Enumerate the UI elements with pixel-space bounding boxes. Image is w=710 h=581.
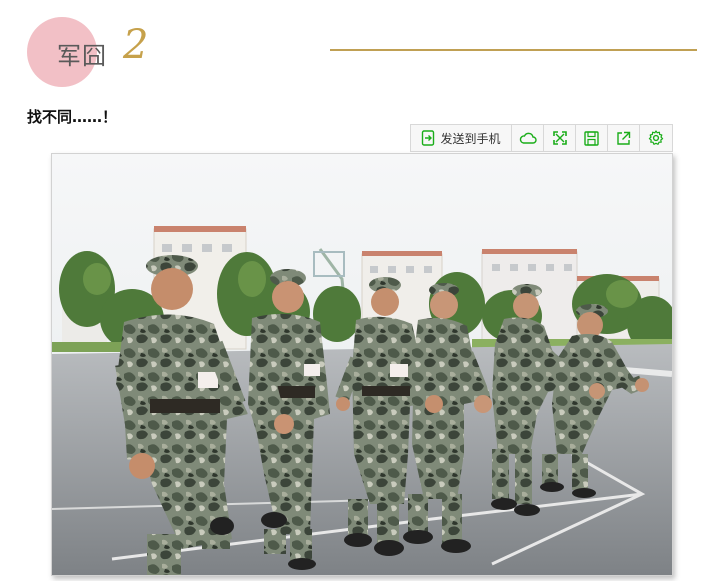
fullscreen-button[interactable]	[544, 125, 576, 151]
article-page: 军囧 2 找不同……！ 发送到手机	[0, 0, 710, 581]
fullscreen-icon	[552, 131, 567, 145]
image-toolbar: 发送到手机	[410, 124, 673, 152]
send-to-phone-icon	[421, 130, 435, 146]
share-button[interactable]	[608, 125, 640, 151]
cloud-button[interactable]	[512, 125, 544, 151]
save-icon	[584, 130, 599, 146]
section-title: 军囧	[57, 42, 107, 70]
cloud-icon	[519, 131, 537, 145]
settings-button[interactable]	[640, 125, 672, 151]
share-icon	[616, 131, 631, 146]
send-to-phone-label: 发送到手机	[440, 131, 501, 146]
caption-text: 找不同……！	[27, 108, 118, 126]
section-number: 2	[123, 22, 149, 68]
save-button[interactable]	[576, 125, 608, 151]
divider-line	[330, 49, 697, 51]
soldiers-in-camouflage-photo	[52, 154, 672, 575]
section-header: 军囧 2	[0, 0, 710, 100]
photo-frame	[51, 153, 673, 576]
settings-icon	[648, 130, 664, 146]
send-to-phone-button[interactable]: 发送到手机	[411, 125, 512, 151]
